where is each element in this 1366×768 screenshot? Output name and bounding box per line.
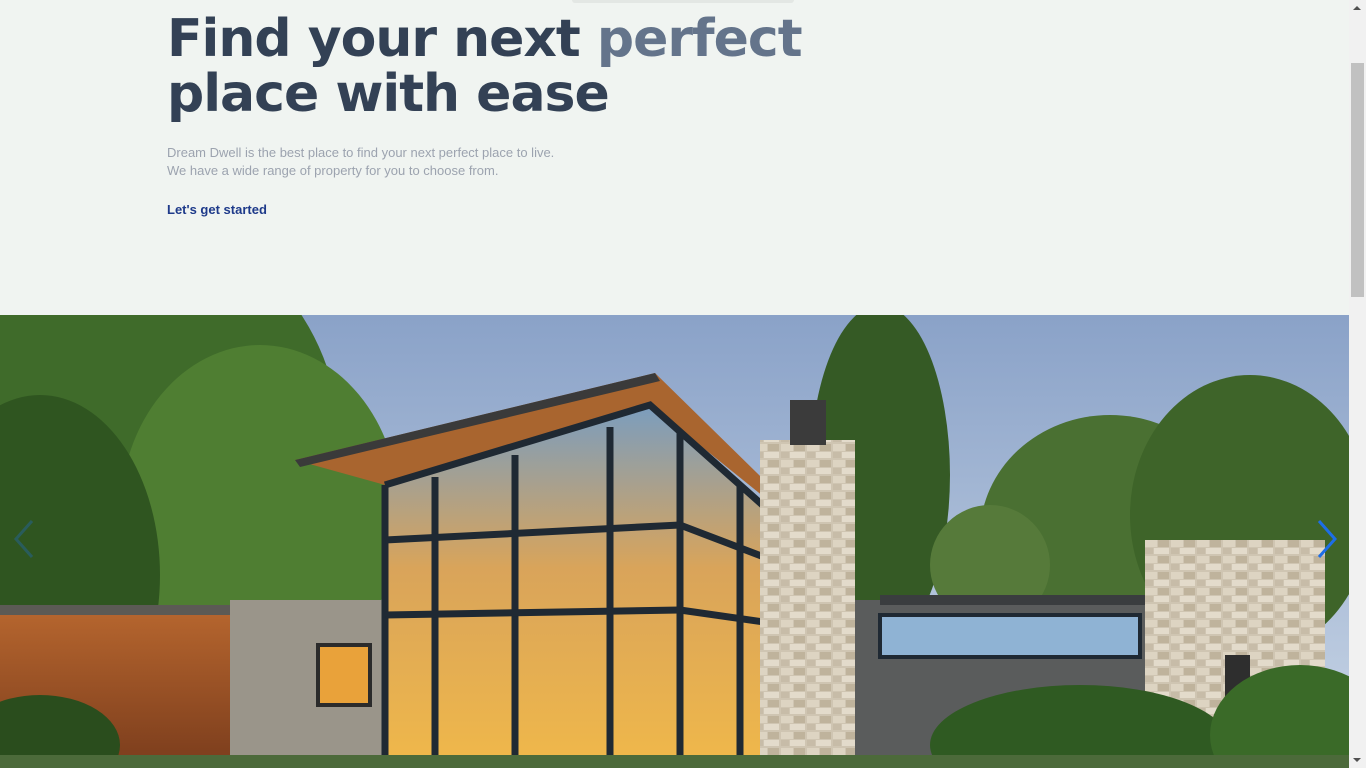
- page-scrollbar[interactable]: [1349, 0, 1366, 768]
- headline-part1: Find your next: [167, 9, 597, 69]
- chevron-left-icon: [13, 520, 34, 558]
- carousel-next-button[interactable]: [1307, 515, 1347, 563]
- house-photo: [0, 315, 1349, 768]
- get-started-link[interactable]: Let's get started: [167, 202, 267, 217]
- hero-subtext: Dream Dwell is the best place to find yo…: [167, 144, 867, 180]
- hero-carousel: [0, 315, 1349, 768]
- headline-part2: place with ease: [167, 64, 610, 124]
- scroll-down-icon[interactable]: [1353, 758, 1361, 762]
- hero-section: Find your next perfect place with ease Dr…: [167, 12, 867, 219]
- hero-headline: Find your next perfect place with ease: [167, 12, 867, 122]
- top-nav-tab: [572, 0, 794, 3]
- subtext-line-1: Dream Dwell is the best place to find yo…: [167, 145, 555, 160]
- scrollbar-thumb[interactable]: [1351, 63, 1364, 297]
- headline-accent: perfect: [596, 9, 803, 69]
- subtext-line-2: We have a wide range of property for you…: [167, 163, 499, 178]
- carousel-prev-button[interactable]: [4, 515, 44, 563]
- chevron-right-icon: [1317, 520, 1338, 558]
- scroll-up-icon[interactable]: [1353, 6, 1361, 10]
